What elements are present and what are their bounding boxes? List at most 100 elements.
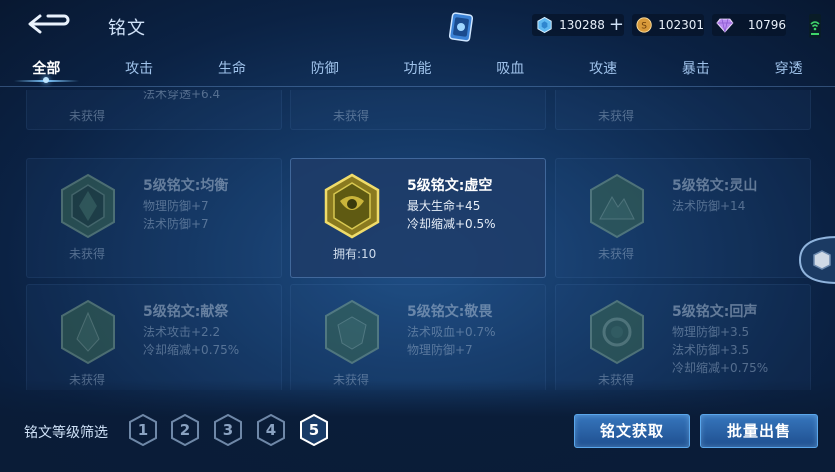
- inscription-emblem-icon: [61, 173, 115, 239]
- inscription-card-icon[interactable]: [448, 12, 474, 42]
- inscription-name: 5级铭文:敬畏: [407, 304, 493, 320]
- inscription-card-void[interactable]: 5级铭文:虚空 最大生命+45 冷却缩减+0.5% 拥有:10: [290, 158, 546, 278]
- level-filter-1[interactable]: 1: [128, 413, 158, 447]
- inscription-name: 5级铭文:虚空: [407, 178, 493, 194]
- inscription-card-awe[interactable]: 5级铭文:敬畏 法术吸血+0.7% 物理防御+7 未获得: [290, 284, 546, 390]
- stat-line: 法术攻击+2.2: [143, 325, 221, 339]
- level-filter-label: 铭文等级筛选: [24, 425, 108, 441]
- inscription-card-echo[interactable]: 5级铭文:回声 物理防御+3.5 法术防御+3.5 冷却缩减+0.75% 未获得: [555, 284, 811, 390]
- inscription-name: 5级铭文:均衡: [143, 178, 229, 194]
- inscription-emblem-icon: [590, 173, 644, 239]
- inscription-card[interactable]: 未获得: [290, 90, 546, 130]
- hexagon-nut-icon: [798, 236, 835, 284]
- gem-currency: 10796: [712, 14, 786, 36]
- stat-line: 物理防御+7: [143, 199, 209, 213]
- stat-line: 法术吸血+0.7%: [407, 325, 496, 339]
- inscription-emblem-icon: [61, 299, 115, 365]
- level-filter-2[interactable]: 2: [170, 413, 200, 447]
- inscription-stats: 法术防御+14: [672, 197, 745, 215]
- gem-amount: 10796: [747, 18, 786, 32]
- inscription-emblem-icon: [325, 299, 379, 365]
- gold-currency: S 102301: [632, 14, 704, 36]
- level-filter-label: 5: [308, 421, 320, 439]
- inscription-grid[interactable]: 法术穿透+6.4 未获得 未获得 未获得 5级铭文:均衡 物理防御+7 法术防御…: [0, 90, 835, 390]
- stat-line: 冷却缩减+0.5%: [407, 217, 496, 231]
- tab-label: 生命: [217, 61, 246, 77]
- inscription-card-sacrifice[interactable]: 5级铭文:献祭 法术攻击+2.2 冷却缩减+0.75% 未获得: [26, 284, 282, 390]
- level-filter-label: 3: [222, 421, 234, 439]
- diamond-currency[interactable]: 130288 +: [532, 14, 624, 36]
- stat-line: 法术穿透+6.4: [143, 90, 221, 101]
- inscription-stats: 法术穿透+6.4: [143, 90, 220, 103]
- inscription-card-mountain[interactable]: 5级铭文:灵山 法术防御+14 未获得: [555, 158, 811, 278]
- inscription-stats: 法术吸血+0.7% 物理防御+7: [407, 323, 496, 359]
- inscription-card[interactable]: 法术穿透+6.4 未获得: [26, 90, 282, 130]
- tab-label: 暴击: [681, 61, 710, 77]
- stat-line: 物理防御+7: [407, 343, 473, 357]
- tab-critical[interactable]: 暴击: [649, 52, 742, 88]
- tab-function[interactable]: 功能: [371, 52, 464, 88]
- inscription-stats: 物理防御+3.5 法术防御+3.5 冷却缩减+0.75%: [672, 323, 768, 377]
- purple-gem-icon: [716, 18, 734, 33]
- category-tabs: 全部 攻击 生命 防御 功能 吸血 攻速 暴击 穿透: [0, 52, 835, 88]
- tab-label: 穿透: [774, 61, 803, 77]
- tab-defense[interactable]: 防御: [278, 52, 371, 88]
- stat-line: 最大生命+45: [407, 199, 481, 213]
- wifi-signal-icon: [808, 14, 822, 38]
- active-tab-dot: [43, 77, 50, 83]
- gold-amount: 102301: [658, 18, 704, 32]
- tab-label: 攻击: [125, 61, 154, 77]
- inscription-name: 5级铭文:回声: [672, 304, 758, 320]
- inscription-name: 5级铭文:灵山: [672, 178, 758, 194]
- stat-line: 法术防御+7: [143, 217, 209, 231]
- inscription-status: 未获得: [69, 247, 106, 261]
- diamond-amount: 130288: [559, 18, 605, 32]
- level-filter-label: 4: [265, 421, 277, 439]
- level-filter-5[interactable]: 5: [299, 413, 329, 447]
- inscription-card-balance[interactable]: 5级铭文:均衡 物理防御+7 法术防御+7 未获得: [26, 158, 282, 278]
- tab-lifesteal[interactable]: 吸血: [464, 52, 557, 88]
- inscription-stats: 法术攻击+2.2 冷却缩减+0.75%: [143, 323, 239, 359]
- gold-coin-icon: S: [636, 17, 652, 33]
- level-filter-4[interactable]: 4: [256, 413, 286, 447]
- tab-attack[interactable]: 攻击: [93, 52, 186, 88]
- blue-diamond-icon: [537, 16, 552, 34]
- add-diamond-icon[interactable]: +: [609, 16, 624, 34]
- inscription-status: 未获得: [598, 109, 635, 123]
- tabs-divider: [0, 86, 835, 87]
- tab-label: 功能: [403, 61, 432, 77]
- bulk-sell-button[interactable]: 批量出售: [700, 414, 818, 448]
- tab-label: 吸血: [496, 61, 525, 77]
- tab-penetration[interactable]: 穿透: [742, 52, 835, 88]
- tab-health[interactable]: 生命: [186, 52, 279, 88]
- get-inscription-button[interactable]: 铭文获取: [574, 414, 690, 448]
- inscription-stats: 最大生命+45 冷却缩减+0.5%: [407, 197, 496, 233]
- svg-text:S: S: [641, 22, 647, 32]
- inscription-stats: 物理防御+7 法术防御+7: [143, 197, 209, 233]
- tab-attack-speed[interactable]: 攻速: [557, 52, 650, 88]
- inscription-card[interactable]: 未获得: [555, 90, 811, 130]
- stat-line: 法术防御+14: [672, 199, 746, 213]
- inscription-emblem-icon: [590, 299, 644, 365]
- side-drawer-handle[interactable]: [798, 233, 835, 287]
- inscription-status: 未获得: [598, 247, 635, 261]
- back-button[interactable]: [24, 12, 74, 36]
- stat-line: 冷却缩减+0.75%: [672, 361, 769, 375]
- inscription-emblem-icon: [324, 173, 380, 239]
- top-bar: 铭文 130288 + S 102301 10796: [0, 0, 835, 50]
- page-title: 铭文: [108, 18, 146, 39]
- inscription-status: 拥有:10: [333, 247, 377, 261]
- tab-label: 攻速: [589, 61, 618, 77]
- tab-all[interactable]: 全部: [0, 52, 93, 88]
- inscription-status: 未获得: [333, 109, 370, 123]
- level-filter-label: 2: [179, 421, 191, 439]
- tab-label: 防御: [310, 61, 339, 77]
- level-filter-3[interactable]: 3: [213, 413, 243, 447]
- tab-label: 全部: [32, 61, 61, 77]
- inscription-status: 未获得: [69, 109, 106, 123]
- inscription-name: 5级铭文:献祭: [143, 304, 229, 320]
- back-arrow-icon: [28, 14, 70, 34]
- stat-line: 物理防御+3.5: [672, 325, 750, 339]
- stat-line: 法术防御+3.5: [672, 343, 750, 357]
- level-filter-label: 1: [137, 421, 149, 439]
